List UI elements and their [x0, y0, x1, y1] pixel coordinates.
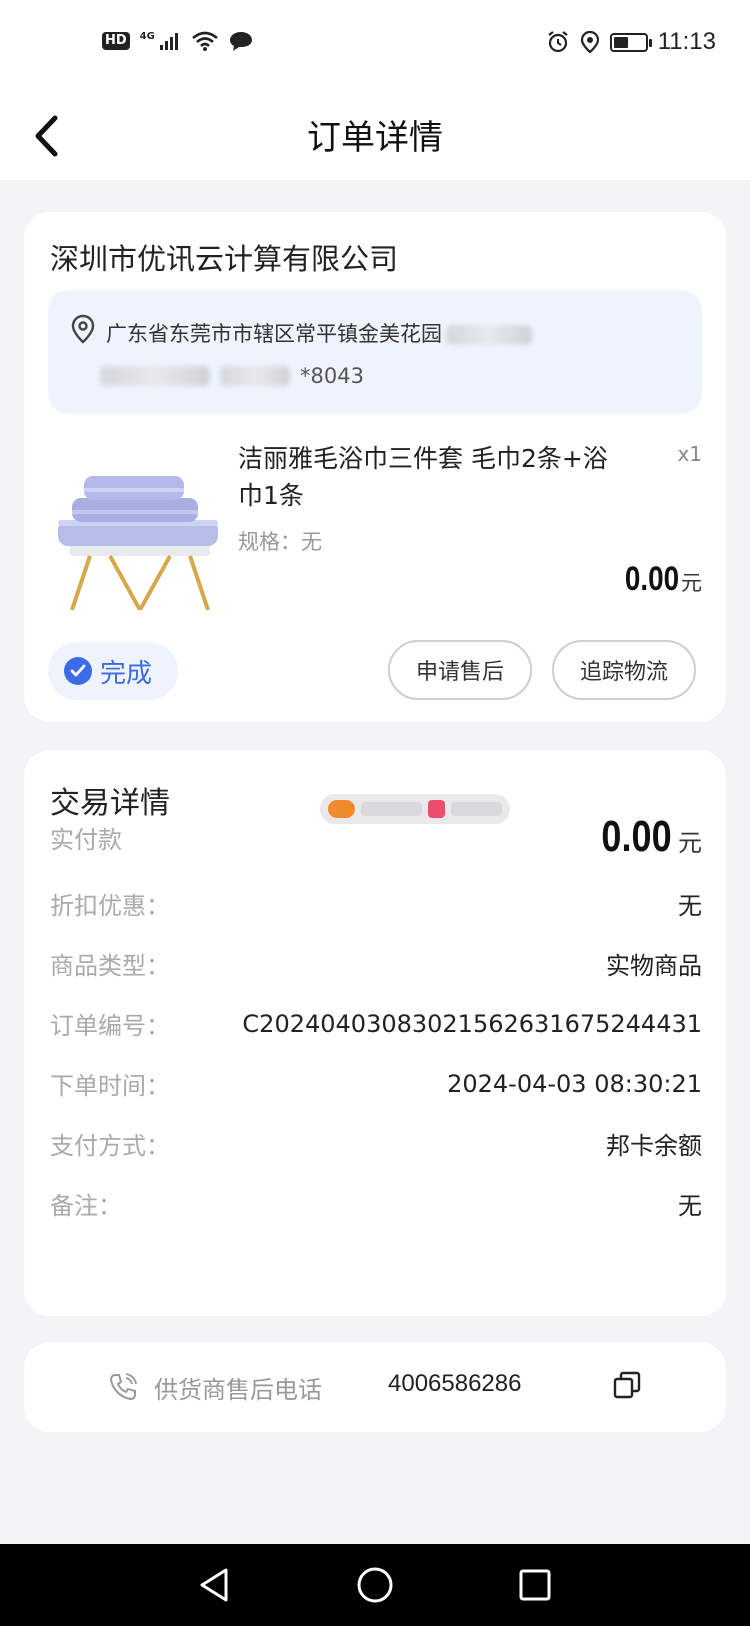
network-type: 4G [139, 30, 155, 42]
product-spec: 规格：无 [238, 530, 322, 554]
status-left: HD 4G [102, 30, 253, 52]
payment-method-row: 支付方式： 邦卡余额 [50, 1126, 702, 1161]
phone-suffix: *8043 [300, 364, 364, 388]
contact-phone-number[interactable]: 4006586286 [388, 1370, 521, 1398]
order-number-row: 订单编号： C20240403083021562631675244431 [50, 1006, 702, 1041]
discount-label: 折扣优惠： [50, 892, 170, 920]
payment-method-label: 支付方式： [50, 1132, 170, 1160]
discount-value: 无 [678, 892, 702, 920]
phone-icon [109, 1373, 137, 1401]
order-number-label: 订单编号： [50, 1012, 170, 1040]
product-type-value: 实物商品 [606, 952, 702, 980]
payment-method-value: 邦卡余额 [606, 1132, 702, 1160]
location-pin-icon [71, 314, 95, 344]
address-line2: *8043 [100, 364, 364, 388]
order-time-value: 2024-04-03 08:30:21 [447, 1069, 702, 1098]
product-type-row: 商品类型： 实物商品 [50, 946, 702, 981]
contact-label: 供货商售后电话 [154, 1376, 322, 1404]
address-box: 广东省东莞市市辖区常平镇金美花园 *8043 [48, 290, 702, 414]
page-title: 订单详情 [307, 118, 443, 158]
address-redacted [446, 325, 532, 345]
check-circle-icon [64, 657, 92, 685]
address-text: 广东省东莞市市辖区常平镇金美花园 [106, 322, 442, 346]
system-home-icon[interactable] [356, 1566, 394, 1604]
shop-name: 深圳市优讯云计算有限公司 [50, 242, 399, 276]
paid-row: 实付款 0.00 元 [50, 812, 702, 862]
paid-value: 0.00 元 [586, 812, 702, 862]
price-unit: 元 [681, 571, 702, 595]
name-redacted [100, 366, 210, 386]
signal-icon [159, 33, 178, 50]
order-time-row: 下单时间： 2024-04-03 08:30:21 [50, 1066, 702, 1101]
remark-value: 无 [678, 1192, 702, 1220]
order-time-label: 下单时间： [50, 1072, 170, 1100]
paid-label: 实付款 [50, 825, 122, 854]
price-amount: 0.00 [624, 560, 679, 598]
order-card: 深圳市优讯云计算有限公司 广东省东莞市市辖区常平镇金美花园 *8043 洁丽雅毛… [24, 212, 726, 722]
order-status-badge: 完成 [48, 642, 179, 700]
location-icon [580, 30, 599, 54]
after-sales-button[interactable]: 申请售后 [388, 640, 532, 700]
product-name[interactable]: 洁丽雅毛浴巾三件套 毛巾2条+浴巾1条 [238, 440, 618, 514]
trade-details-card: 交易详情 实付款 0.00 元 折扣优惠： 无 商品类型： 实物商品 订单编号：… [24, 750, 726, 1316]
nav-bar: 订单详情 [0, 92, 750, 180]
system-nav-bar [0, 1544, 750, 1626]
after-sales-contact-card: 供货商售后电话 4006586286 [24, 1342, 726, 1432]
order-status-text: 完成 [100, 658, 153, 689]
order-number-value[interactable]: C20240403083021562631675244431 [242, 1010, 702, 1038]
message-icon [229, 32, 252, 51]
status-time: 11:13 [657, 28, 716, 55]
address-line1: 广东省东莞市市辖区常平镇金美花园 [106, 318, 532, 348]
wifi-icon [192, 31, 218, 51]
phone-redacted [220, 366, 290, 386]
status-bar: HD 4G 11:13 [0, 0, 750, 92]
alarm-icon [548, 31, 568, 53]
paid-amount: 0.00 [601, 812, 672, 861]
product-type-label: 商品类型： [50, 952, 170, 980]
remark-row: 备注： 无 [50, 1186, 702, 1221]
track-logistics-button[interactable]: 追踪物流 [552, 640, 696, 700]
battery-icon [609, 32, 652, 52]
remark-label: 备注： [50, 1192, 122, 1220]
status-right: 11:13 [546, 28, 716, 56]
paid-unit: 元 [678, 829, 702, 857]
system-back-icon[interactable] [196, 1566, 232, 1604]
product-quantity: x1 [677, 442, 702, 466]
system-recents-icon[interactable] [518, 1566, 552, 1604]
product-price: 0.00 元 [613, 560, 702, 599]
hd-badge: HD [102, 32, 130, 50]
battery-fill [613, 36, 629, 48]
product-image[interactable] [50, 450, 230, 610]
copy-icon[interactable] [612, 1370, 642, 1400]
discount-row: 折扣优惠： 无 [50, 886, 702, 921]
